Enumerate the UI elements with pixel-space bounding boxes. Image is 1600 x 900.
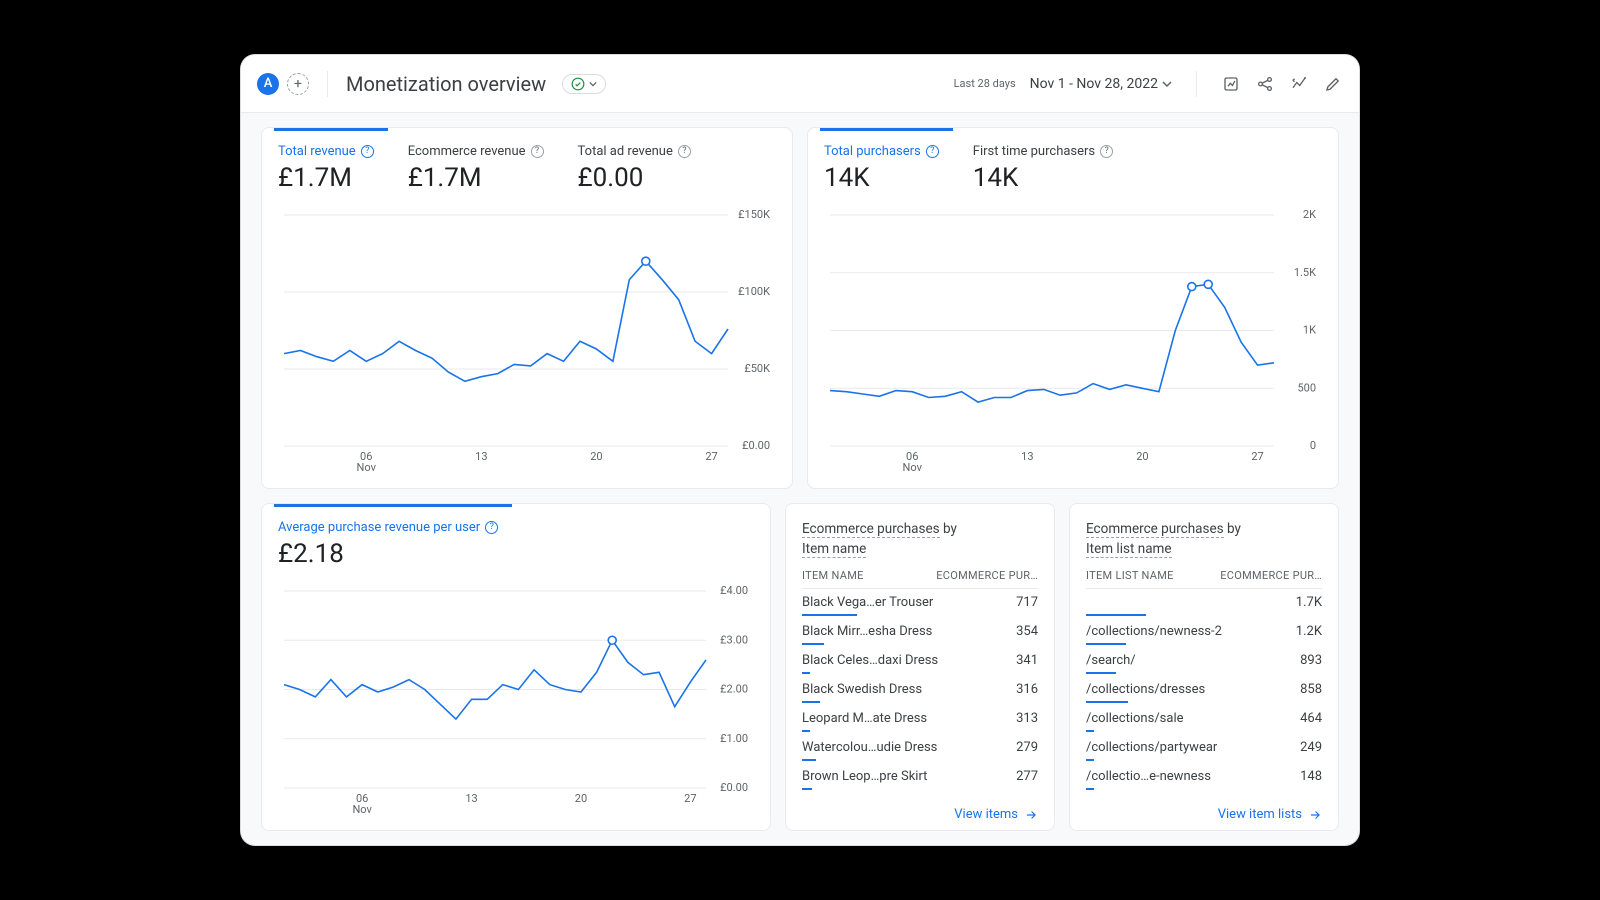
page-title: Monetization overview	[346, 72, 546, 96]
table-row[interactable]: /collections/newness-21.2K	[1086, 618, 1322, 641]
svg-text:Nov: Nov	[352, 803, 372, 816]
metric-value: 14K	[824, 163, 939, 193]
svg-text:27: 27	[705, 450, 717, 463]
svg-text:20: 20	[575, 792, 587, 805]
svg-text:£1.00: £1.00	[720, 732, 748, 745]
date-range-picker[interactable]: Nov 1 - Nov 28, 2022	[1030, 76, 1172, 92]
card-avg-revenue: Average purchase revenue per user?£2.18 …	[261, 503, 771, 831]
svg-text:1K: 1K	[1303, 324, 1316, 337]
insights-icon[interactable]	[1289, 74, 1309, 94]
svg-text:£100K: £100K	[738, 285, 770, 298]
revenue-tab-2[interactable]: Total ad revenue? £0.00	[578, 144, 691, 193]
table-row[interactable]: 1.7K	[1086, 589, 1322, 612]
metric-label: Ecommerce revenue?	[408, 144, 544, 159]
svg-text:Nov: Nov	[903, 461, 923, 474]
svg-text:13: 13	[1021, 450, 1033, 463]
svg-text:0: 0	[1310, 439, 1316, 452]
svg-text:£4.00: £4.00	[720, 584, 748, 597]
purchasers-tab-1[interactable]: First time purchasers? 14K	[973, 144, 1113, 193]
svg-text:20: 20	[1136, 450, 1148, 463]
metric-label: Total purchasers?	[824, 144, 939, 159]
table-header: ITEM NAMEECOMMERCE PUR…	[802, 569, 1038, 589]
svg-text:£150K: £150K	[738, 208, 770, 221]
svg-text:£50K: £50K	[744, 362, 770, 375]
table-row[interactable]: /collections/partywear249	[1086, 734, 1322, 757]
table-row[interactable]: Black Celes…daxi Dress341	[802, 647, 1038, 670]
revenue-tab-0[interactable]: Total revenue? £1.7M	[278, 144, 374, 193]
table-title: Ecommerce purchases by Item name	[802, 520, 1038, 559]
arrow-right-icon	[1308, 808, 1322, 822]
svg-text:27: 27	[684, 792, 696, 805]
table-row[interactable]: Black Mirr…esha Dress354	[802, 618, 1038, 641]
card-items-table: Ecommerce purchases by Item name ITEM NA…	[785, 503, 1055, 831]
view-item-lists-link[interactable]: View item lists	[1086, 801, 1322, 822]
svg-text:500: 500	[1297, 381, 1316, 394]
table-row[interactable]: /search/893	[1086, 647, 1322, 670]
help-icon[interactable]: ?	[1100, 145, 1113, 158]
metric-value: 14K	[973, 163, 1113, 193]
customize-report-icon[interactable]	[1221, 74, 1241, 94]
svg-text:Nov: Nov	[357, 461, 377, 474]
chevron-down-icon	[1162, 80, 1172, 88]
account-avatar[interactable]: A	[257, 73, 279, 95]
add-account-button[interactable]: +	[287, 73, 309, 95]
card-revenue: Total revenue? £1.7M Ecommerce revenue? £1.…	[261, 127, 793, 489]
help-icon[interactable]: ?	[531, 145, 544, 158]
metric-label: Total ad revenue?	[578, 144, 691, 159]
chart-revenue[interactable]: £0.00£50K£100K£150K06Nov132027	[278, 203, 776, 484]
svg-text:13: 13	[465, 792, 477, 805]
table-row[interactable]: Brown Leop…pre Skirt277	[802, 763, 1038, 786]
divider	[1196, 71, 1197, 97]
svg-text:£3.00: £3.00	[720, 634, 748, 647]
svg-text:£2.00: £2.00	[720, 683, 748, 696]
table-row[interactable]: Black Vega…er Trouser717	[802, 589, 1038, 612]
table-row[interactable]: Leopard M…ate Dress313	[802, 705, 1038, 728]
view-items-link[interactable]: View items	[802, 801, 1038, 822]
metric-value: £1.7M	[278, 163, 374, 193]
help-icon[interactable]: ?	[926, 145, 939, 158]
chart-purchasers[interactable]: 05001K1.5K2K06Nov132027	[824, 203, 1322, 484]
metric-value: £1.7M	[408, 163, 544, 193]
table-header: ITEM LIST NAMEECOMMERCE PUR…	[1086, 569, 1322, 589]
svg-text:£0.00: £0.00	[742, 439, 770, 452]
table-row[interactable]: /collections/sale464	[1086, 705, 1322, 728]
help-icon[interactable]: ?	[678, 145, 691, 158]
svg-text:13: 13	[475, 450, 487, 463]
chevron-down-icon	[589, 80, 597, 88]
chart-avg-revenue[interactable]: £0.00£1.00£2.00£3.00£4.0006Nov132027	[278, 579, 754, 826]
date-hint: Last 28 days	[954, 77, 1016, 90]
check-circle-icon	[571, 77, 585, 91]
metric-label: First time purchasers?	[973, 144, 1113, 159]
help-icon[interactable]: ?	[361, 145, 374, 158]
table-row[interactable]: /collectio…e-newness148	[1086, 763, 1322, 786]
svg-text:1.5K: 1.5K	[1294, 266, 1316, 279]
metric-label: Total revenue?	[278, 144, 374, 159]
table-title: Ecommerce purchases by Item list name	[1086, 520, 1322, 559]
divider	[327, 71, 328, 97]
topbar: A + Monetization overview Last 28 days N…	[241, 55, 1359, 113]
table-row[interactable]: Black Swedish Dress316	[802, 676, 1038, 699]
edit-icon[interactable]	[1323, 74, 1343, 94]
svg-text:£0.00: £0.00	[720, 781, 748, 794]
metric-label: Average purchase revenue per user?	[278, 520, 498, 535]
table-row[interactable]: Watercolou…udie Dress279	[802, 734, 1038, 757]
share-icon[interactable]	[1255, 74, 1275, 94]
card-item-lists-table: Ecommerce purchases by Item list name IT…	[1069, 503, 1339, 831]
metric-value: £2.18	[278, 539, 498, 569]
status-chip[interactable]	[562, 74, 606, 94]
card-purchasers: Total purchasers?14KFirst time purchaser…	[807, 127, 1339, 489]
revenue-tab-1[interactable]: Ecommerce revenue? £1.7M	[408, 144, 544, 193]
table-row[interactable]: /collections/dresses858	[1086, 676, 1322, 699]
purchasers-tab-0[interactable]: Total purchasers? 14K	[824, 144, 939, 193]
metric-value: £0.00	[578, 163, 691, 193]
help-icon[interactable]: ?	[485, 521, 498, 534]
arrow-right-icon	[1024, 808, 1038, 822]
svg-text:20: 20	[590, 450, 602, 463]
avg-tab-0[interactable]: Average purchase revenue per user? £2.18	[278, 520, 498, 569]
svg-text:2K: 2K	[1303, 208, 1316, 221]
svg-text:27: 27	[1251, 450, 1263, 463]
